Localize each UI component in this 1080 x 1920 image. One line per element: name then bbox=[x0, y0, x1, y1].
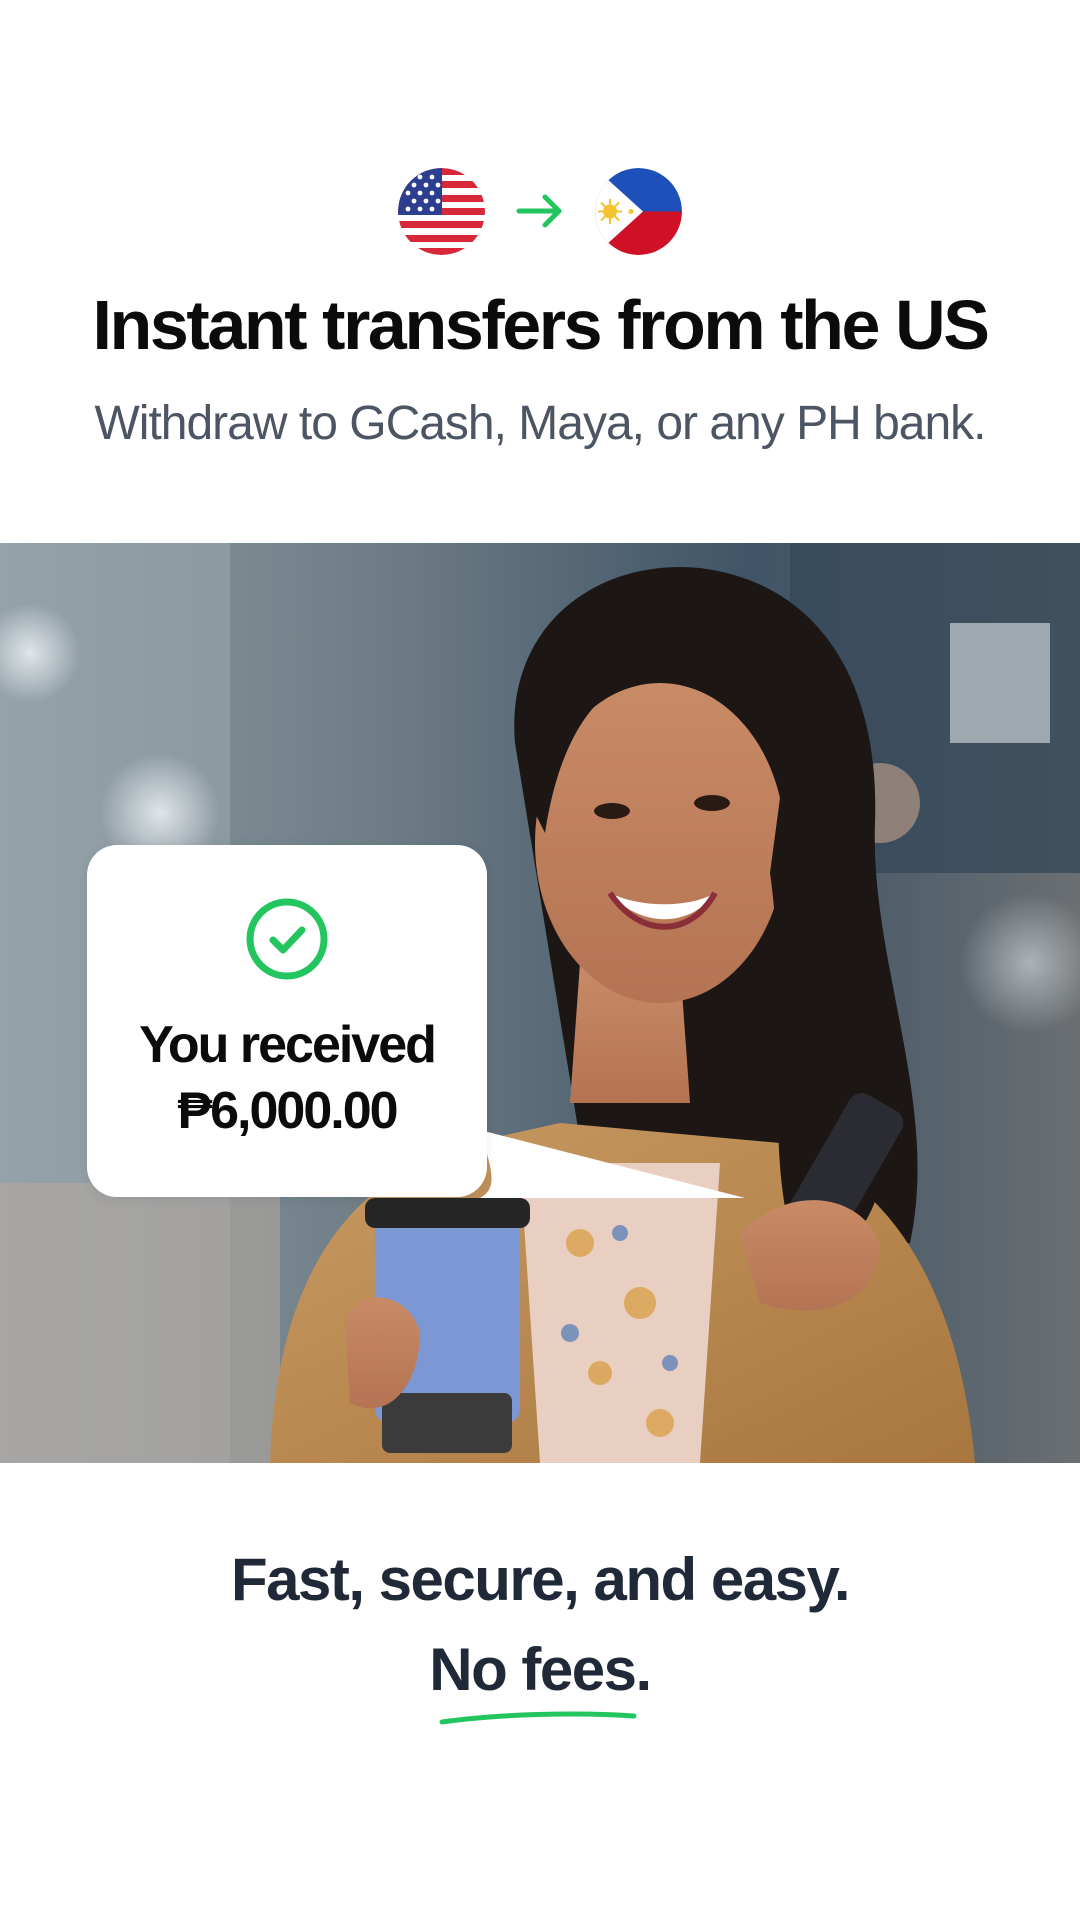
philippines-flag-icon bbox=[595, 167, 682, 255]
page-subtitle: Withdraw to GCash, Maya, or any PH bank. bbox=[94, 397, 986, 450]
page-title: Instant transfers from the US bbox=[92, 286, 989, 364]
flags-row bbox=[0, 167, 1080, 255]
us-flag-icon bbox=[398, 167, 485, 255]
received-amount: ₱6,000.00 bbox=[177, 1082, 398, 1140]
no-fees-text: No fees. bbox=[429, 1636, 652, 1703]
arrow-right-icon bbox=[516, 194, 562, 228]
promo-screen: Instant transfers from the US Withdraw t… bbox=[0, 0, 1080, 1920]
check-circle-icon bbox=[246, 898, 328, 980]
received-label: You received bbox=[139, 1016, 437, 1074]
tagline: Fast, secure, and easy. bbox=[230, 1546, 851, 1613]
received-notification-card: You received ₱6,000.00 bbox=[87, 845, 487, 1197]
green-underline bbox=[439, 1711, 637, 1725]
notification-pointer bbox=[480, 1130, 745, 1198]
